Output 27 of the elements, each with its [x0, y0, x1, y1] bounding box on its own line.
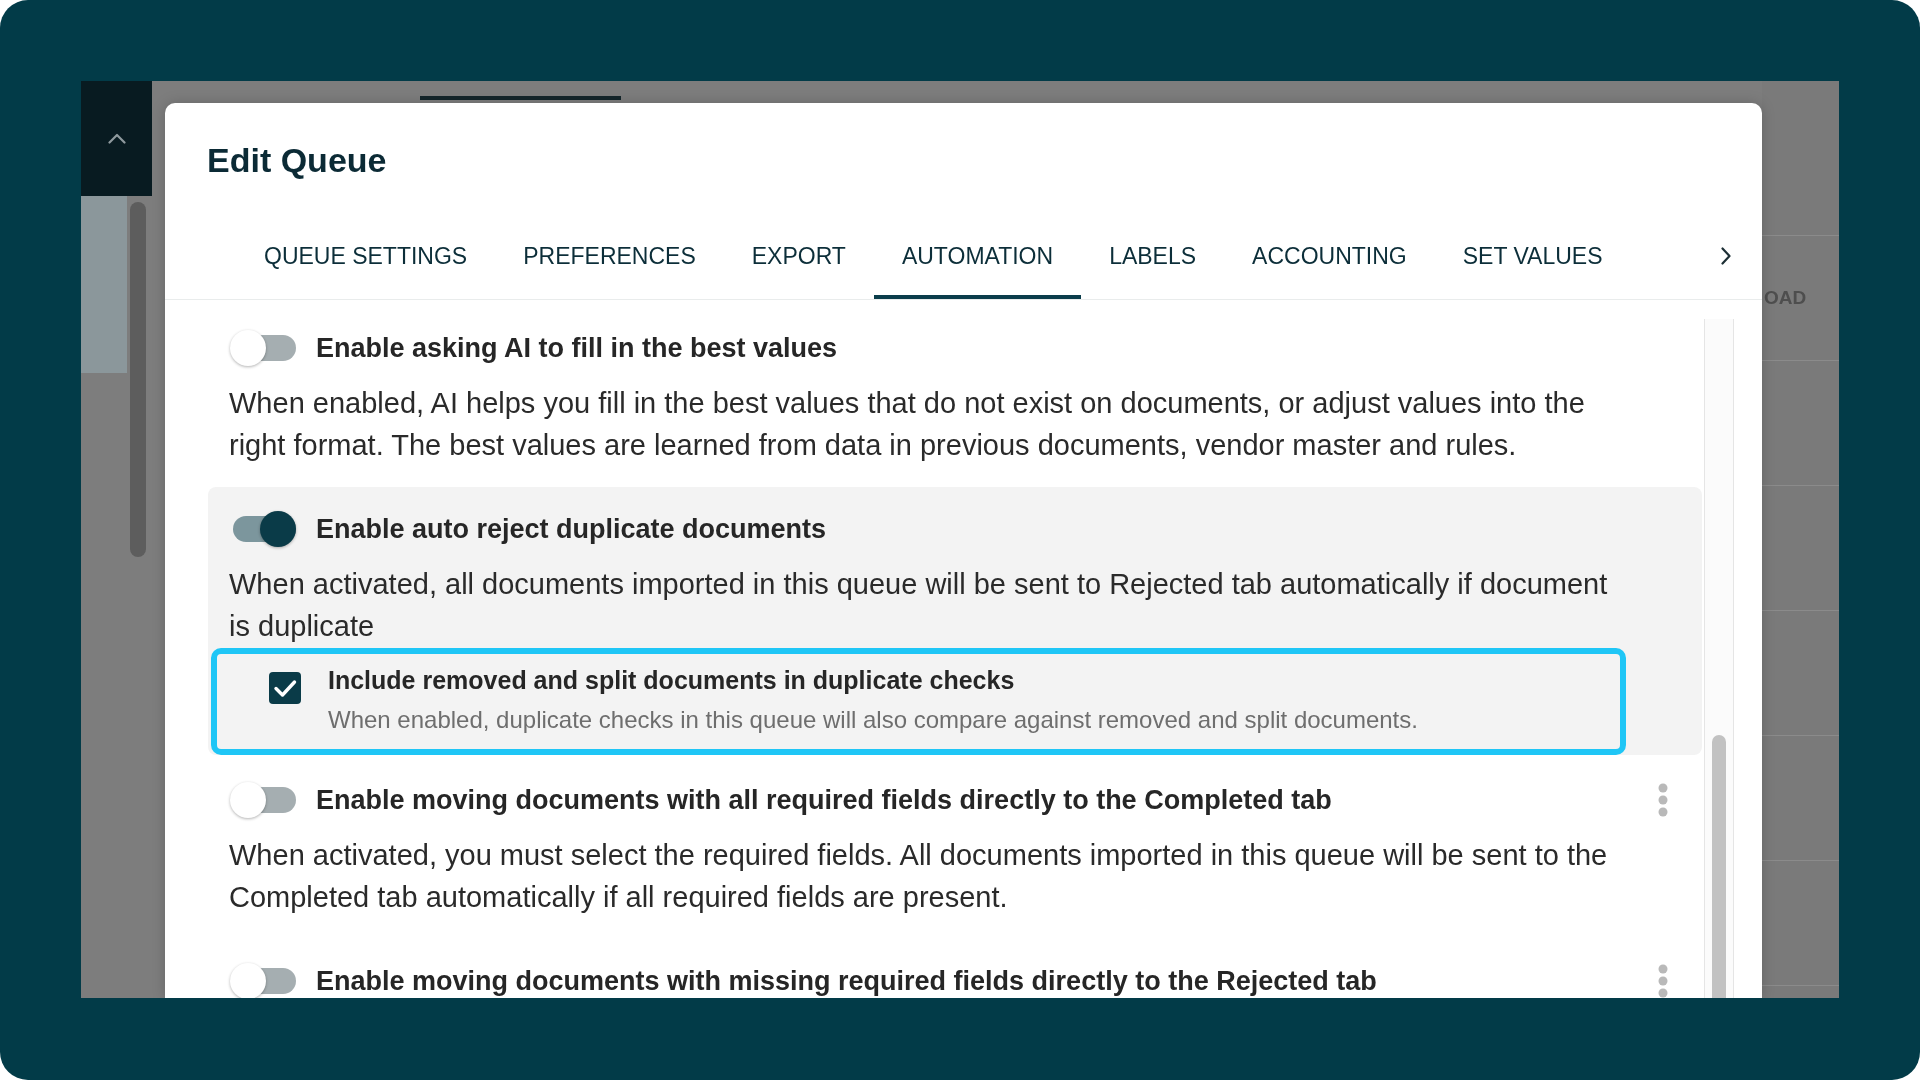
modal-title: Edit Queue: [207, 140, 388, 181]
setting-description: When activated, all documents imported in this queue will be sent to Rejected tab automatically if document is duplicate: [229, 567, 1609, 644]
setting-description: When enabled, AI helps you fill in the best values that do not exist on documents, or adjust values into the right format. The best values are learned from data in previous documents, vendor master and rules.: [229, 386, 1586, 463]
checkbox[interactable]: [269, 672, 301, 704]
tab[interactable]: EXPORT: [723, 227, 874, 299]
setting-title: Enable asking AI to fill in the best values: [316, 332, 838, 365]
setting-title: Enable moving documents with missing required fields directly to the Rejected tab: [316, 965, 1377, 998]
tab[interactable]: LABELS: [1081, 227, 1225, 299]
tab[interactable]: PREFERENCES: [495, 227, 724, 299]
scroll-thumb[interactable]: [130, 202, 146, 557]
setting-title: Enable moving documents with all required fields directly to the Completed tab: [316, 784, 1332, 817]
chevron-up-icon[interactable]: [107, 133, 126, 144]
tab[interactable]: SET VALUES: [1434, 227, 1631, 299]
setting-title: Enable auto reject duplicate documents: [316, 513, 827, 546]
toggle-switch[interactable]: [230, 330, 296, 366]
tab[interactable]: ACCOUNTING: [1224, 227, 1435, 299]
chevron-right-icon: [1720, 246, 1732, 266]
option-description: When enabled, duplicate checks in this queue will also compare against removed and split documents.: [328, 705, 1418, 735]
tab[interactable]: QUEUE SETTINGS: [236, 227, 496, 299]
option-label: Include removed and split documents in duplicate checks: [328, 665, 1016, 696]
tab[interactable]: AUTOMATION: [873, 227, 1082, 299]
kebab-menu-icon[interactable]: [1658, 964, 1668, 998]
toggle-switch[interactable]: [230, 782, 296, 818]
kebab-menu-icon[interactable]: [1658, 783, 1668, 817]
scroll-thumb[interactable]: [1712, 735, 1726, 998]
toggle-switch[interactable]: [230, 963, 296, 998]
setting-description: When activated, you must select the required fields. All documents imported in this queue will be sent to the Completed tab automatically if all required fields are present.: [229, 838, 1609, 915]
